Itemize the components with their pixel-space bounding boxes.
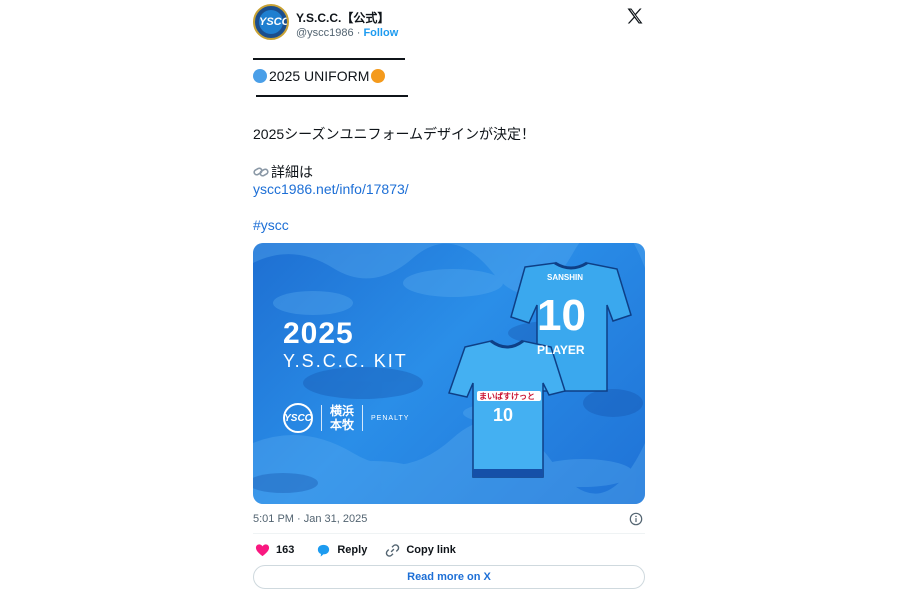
orange-circle-icon bbox=[371, 69, 386, 83]
announcement-text: 2025シーズンユニフォームデザインが決定！ bbox=[253, 126, 536, 142]
penalty-brand-logo: PENALTY bbox=[371, 414, 410, 422]
avatar[interactable]: YSCC bbox=[253, 4, 289, 40]
back-jersey-number: 10 bbox=[537, 291, 586, 340]
back-jersey-name: PLAYER bbox=[537, 343, 585, 357]
action-bar: 163 Reply Copy link bbox=[253, 542, 456, 558]
logo-separator-2 bbox=[362, 405, 364, 431]
follow-button[interactable]: Follow bbox=[363, 27, 398, 39]
heart-icon bbox=[255, 543, 270, 556]
uniform-image[interactable]: 2025 Y.S.C.C. KIT YSCC 横浜 本牧 PENALTY SAN… bbox=[253, 243, 645, 504]
kit-title: Y.S.C.C. KIT bbox=[283, 351, 408, 371]
logo-row: YSCC 横浜 本牧 PENALTY bbox=[283, 403, 409, 433]
headline: 2025 UNIFORM bbox=[253, 68, 386, 84]
camo-pattern bbox=[253, 243, 645, 504]
handle-row: @yscc1986 · Follow bbox=[296, 27, 398, 39]
reply-bubble-icon bbox=[318, 544, 330, 557]
author-name[interactable]: Y.S.C.C.【公式】 bbox=[296, 9, 389, 26]
hashtag-link[interactable]: #yscc bbox=[253, 217, 289, 233]
kanji-top: 横浜 bbox=[330, 404, 355, 418]
like-count: 163 bbox=[276, 544, 295, 556]
tweet-card: YSCC Y.S.C.C.【公式】 @yscc1986 · Follow 202… bbox=[253, 0, 645, 600]
avatar-logo: YSCC bbox=[259, 10, 287, 34]
logo-separator bbox=[321, 405, 322, 431]
reply-button[interactable]: Reply bbox=[316, 543, 367, 558]
details-line: 詳細は bbox=[253, 162, 313, 182]
headline-bottom-rule bbox=[256, 95, 408, 97]
back-jersey-sponsor: SANSHIN bbox=[547, 273, 584, 282]
copy-link-label: Copy link bbox=[406, 544, 456, 556]
handle-separator: · bbox=[356, 27, 361, 39]
tweet-timestamp[interactable]: 5:01 PM · Jan 31, 2025 bbox=[253, 513, 367, 525]
front-jersey-number: 10 bbox=[493, 405, 514, 425]
reply-label: Reply bbox=[337, 544, 368, 556]
footer-divider bbox=[253, 533, 645, 534]
headline-top-rule bbox=[253, 58, 405, 60]
blue-circle-icon bbox=[253, 69, 267, 83]
copy-link-button[interactable]: Copy link bbox=[385, 543, 456, 558]
front-jersey-sponsor: まいばすけっと bbox=[479, 392, 535, 401]
kanji-bottom: 本牧 bbox=[330, 418, 355, 432]
details-label: 詳細は bbox=[271, 164, 313, 180]
read-more-button[interactable]: Read more on X bbox=[253, 565, 645, 589]
club-kanji: 横浜 本牧 bbox=[330, 404, 354, 432]
kit-year: 2025 bbox=[283, 317, 354, 350]
link-icon bbox=[253, 167, 269, 177]
details-link[interactable]: yscc1986.net/info/17873/ bbox=[253, 181, 409, 197]
x-logo-icon[interactable] bbox=[625, 6, 645, 26]
like-button[interactable]: 163 bbox=[255, 543, 294, 558]
info-icon[interactable] bbox=[629, 512, 643, 526]
chain-link-icon bbox=[386, 543, 400, 557]
club-badge-icon: YSCC bbox=[283, 403, 313, 433]
headline-text: 2025 UNIFORM bbox=[269, 68, 370, 84]
author-handle[interactable]: @yscc1986 bbox=[296, 27, 354, 39]
